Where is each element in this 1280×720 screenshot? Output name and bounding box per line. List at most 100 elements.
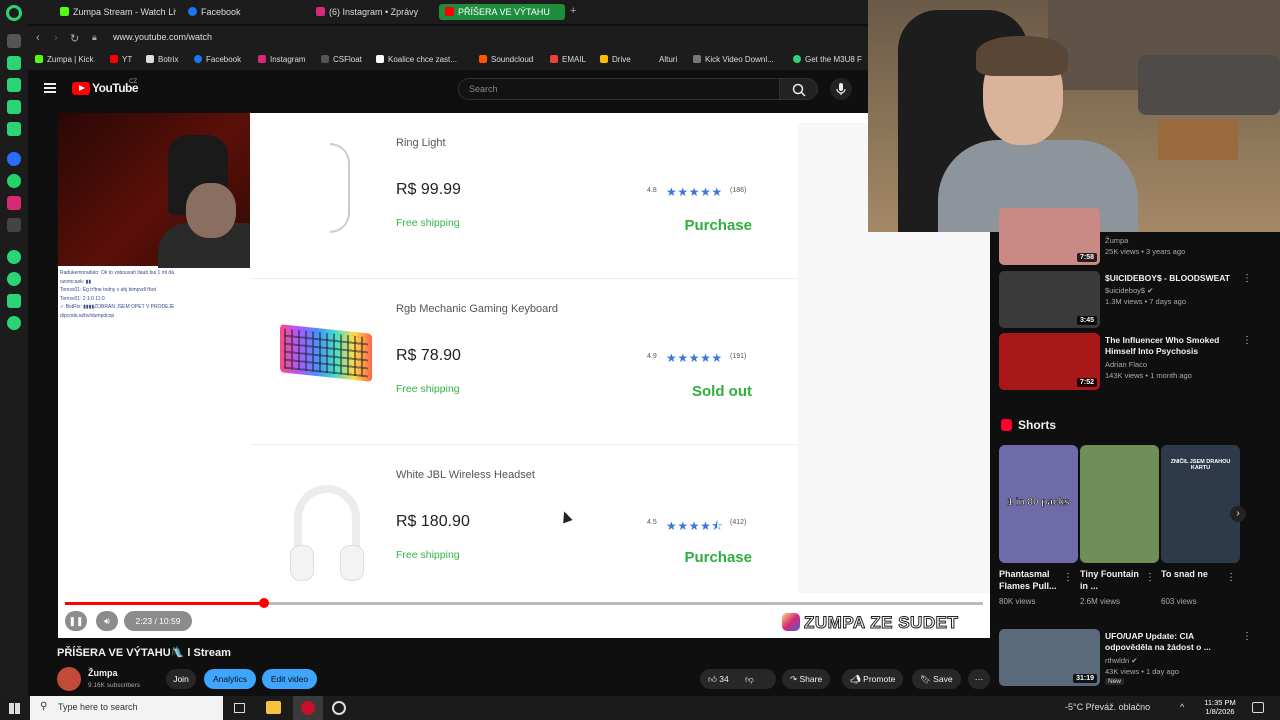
recommended-video[interactable]: 3:45 $UICIDEBOY$ - BLOODSWEAT $uicideboy… (999, 271, 1279, 329)
workspace-icon[interactable] (7, 34, 21, 48)
youtube-logo-icon[interactable] (72, 82, 90, 95)
video-thumbnail[interactable]: 31:19 (999, 629, 1100, 686)
video-thumbnail[interactable]: 7:52 (999, 333, 1100, 390)
video-title[interactable]: $UICIDEBOY$ - BLOODSWEAT (1105, 273, 1237, 284)
bookmark-item[interactable]: Zumpa | Kick (35, 55, 94, 64)
edit-video-button[interactable]: Edit video (262, 669, 317, 689)
more-options-icon[interactable]: ⋮ (1145, 572, 1155, 583)
purchase-button[interactable]: Purchase (684, 549, 752, 566)
video-title[interactable]: The Influencer Who Smoked Himself Into P… (1105, 335, 1237, 357)
instagram-icon[interactable] (7, 196, 21, 210)
video-player[interactable]: Radukemnradulo: Ok to vobouvaň tlaub bui… (58, 113, 990, 638)
video-thumbnail[interactable]: 3:45 (999, 271, 1100, 328)
bookmark-item[interactable]: Get the M3U8 F (793, 55, 862, 64)
new-tab-button[interactable]: + (570, 3, 576, 19)
menu-icon[interactable] (44, 83, 56, 93)
bookmark-item[interactable]: Soundcloud (479, 55, 533, 64)
player-icon[interactable] (7, 250, 21, 264)
video-title[interactable]: UFO/UAP Update: CIA odpověděla na žádost… (1105, 631, 1237, 653)
short-title[interactable]: Tiny Fountain in ... (1080, 568, 1146, 592)
whatsapp-icon[interactable] (7, 174, 21, 188)
join-button[interactable]: Join (166, 669, 196, 689)
tray-chevron-icon[interactable]: ^ (1180, 702, 1184, 712)
more-options-icon[interactable]: ⋮ (1063, 572, 1073, 583)
channel-name[interactable]: Žumpa (88, 668, 118, 678)
short-title[interactable]: Phantasmal Flames Pull... (999, 568, 1065, 592)
more-options-icon[interactable]: ⋮ (1242, 631, 1252, 642)
recommended-video[interactable]: 7:52 The Influencer Who Smoked Himself I… (999, 333, 1279, 391)
obs-icon[interactable] (332, 701, 346, 715)
search-input[interactable]: Search (458, 78, 780, 100)
task-view-icon[interactable] (234, 703, 245, 713)
tab-facebook[interactable]: Facebook (188, 4, 308, 20)
short-title[interactable]: To snad ne (1161, 568, 1227, 580)
product-card: White JBL Wireless Headset R$ 180.90 Fre… (250, 445, 798, 611)
settings-icon[interactable] (7, 316, 21, 330)
bookmark-item[interactable]: Drive (600, 55, 631, 64)
channel-avatar[interactable] (57, 667, 81, 691)
save-button[interactable]: 🔖︎ Save (912, 669, 961, 689)
more-options-icon[interactable]: ⋮ (1242, 335, 1252, 346)
opera-logo-icon[interactable] (6, 5, 22, 21)
bookmark-item[interactable]: CSFloat (321, 55, 362, 64)
bookmark-item[interactable]: Alturi (659, 55, 677, 64)
more-options-icon[interactable]: ⋮ (1242, 273, 1252, 284)
url-field[interactable]: www.youtube.com/watch (113, 32, 212, 42)
bookmark-item[interactable]: YT (110, 55, 132, 64)
short-thumbnail[interactable] (1080, 445, 1159, 563)
bookmark-item[interactable]: Koalice chce zast... (376, 55, 457, 64)
share-button[interactable]: ↷ Share (782, 669, 831, 689)
recommended-video[interactable]: 31:19 UFO/UAP Update: CIA odpověděla na … (999, 629, 1279, 689)
search-button[interactable] (780, 78, 818, 100)
analytics-button[interactable]: Analytics (204, 669, 256, 689)
bookmark-item[interactable]: Botrix (146, 55, 178, 64)
channel-name[interactable]: rthwldn ✔ (1105, 656, 1138, 665)
windows-start-icon[interactable] (9, 703, 20, 714)
short-thumbnail[interactable]: ZNIČIL JSEM DRAHOU KARTU (1161, 445, 1240, 563)
file-explorer-icon[interactable] (266, 701, 281, 714)
more-actions-button[interactable]: ⋯ (968, 669, 990, 689)
channel-name[interactable]: Žumpa (1105, 236, 1128, 245)
video-thumbnail[interactable]: 7:58 (999, 208, 1100, 265)
bookmark-item[interactable]: Kick Video Downl... (693, 55, 774, 64)
channel-name[interactable]: $uicideboy$ ✔ (1105, 286, 1153, 295)
like-button[interactable]: 👍︎ 34 (708, 674, 729, 684)
short-thumbnail[interactable]: 1 in 80 packs (999, 445, 1078, 563)
reload-icon[interactable]: ↻ (70, 32, 79, 45)
tab-youtube-active[interactable]: PŘÍŠERA VE VÝTAHU (439, 4, 565, 20)
notifications-icon[interactable] (1252, 702, 1264, 713)
more-options-icon[interactable]: ⋮ (1226, 572, 1236, 583)
tab-kick[interactable]: Zumpa Stream - Watch Live (60, 4, 176, 20)
bookmark-item[interactable]: Facebook (194, 55, 241, 64)
pause-button[interactable]: ❚❚ (65, 611, 87, 631)
bookmark-item[interactable]: EMAIL (550, 55, 586, 64)
product-price: R$ 99.99 (396, 181, 461, 198)
taskbar-app-active[interactable] (293, 696, 323, 720)
shorts-next-button[interactable]: › (1230, 506, 1246, 522)
bookmark-item[interactable]: Instagram (258, 55, 306, 64)
back-icon[interactable]: ‹ (36, 32, 40, 44)
promote-button[interactable]: 📣︎ Promote (842, 669, 904, 689)
sidebar-app-icon[interactable] (7, 56, 21, 70)
dislike-button[interactable]: 👎︎ (745, 674, 754, 684)
product-price: R$ 180.90 (396, 513, 470, 530)
weather-widget[interactable]: -5°C Převáž. oblačno (1065, 702, 1150, 712)
sidebar-app-icon[interactable] (7, 78, 21, 92)
extensions-icon[interactable] (7, 294, 21, 308)
clock[interactable]: 11:35 PM 1/8/2026 (1198, 698, 1242, 716)
tab-instagram[interactable]: (6) Instagram • Zprávy (316, 4, 436, 20)
history-icon[interactable] (7, 272, 21, 286)
voice-search-button[interactable] (830, 78, 852, 100)
channel-name[interactable]: Adrian Flaco (1105, 360, 1147, 369)
purchase-button[interactable]: Purchase (684, 217, 752, 234)
volume-button[interactable]: 🔊︎ (96, 611, 118, 631)
forward-icon[interactable]: › (54, 32, 58, 44)
x-icon[interactable] (7, 218, 21, 232)
chat-overlay: Radukemnradulo: Ok to vobouvaň tlaub bui… (60, 269, 250, 320)
product-card: Rgb Mechanic Gaming Keyboard R$ 78.90 Fr… (250, 279, 798, 445)
progress-bar[interactable] (65, 598, 983, 608)
sidebar-app-icon[interactable] (7, 100, 21, 114)
messenger-icon[interactable] (7, 152, 21, 166)
sidebar-app-icon[interactable] (7, 122, 21, 136)
taskbar-search-input[interactable]: ⚲ Type here to search (30, 696, 223, 720)
